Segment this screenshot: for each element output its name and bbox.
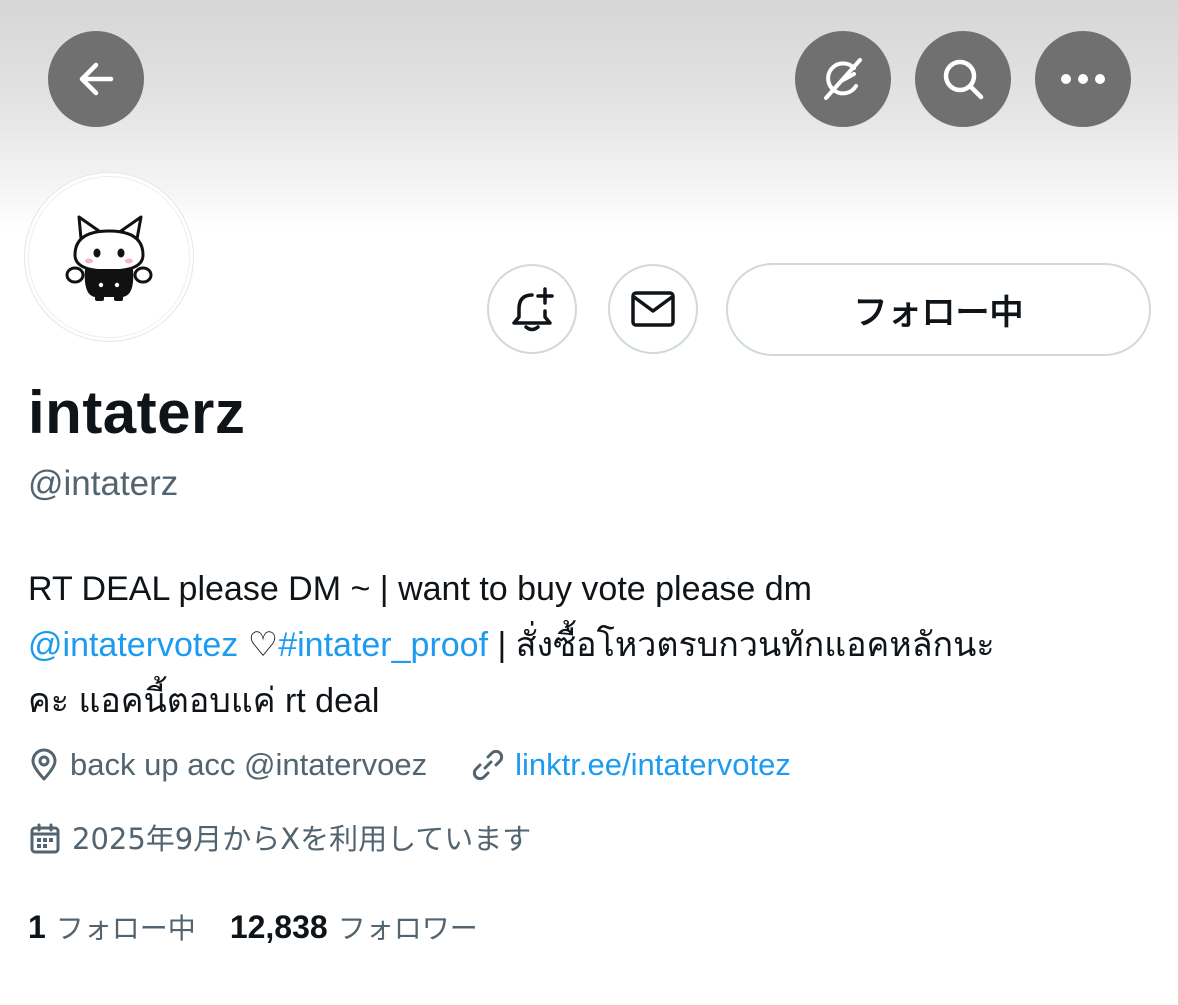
notification-subscribe-button[interactable] <box>487 264 577 354</box>
bio-hashtag-link[interactable]: #intater_proof <box>278 626 488 664</box>
profile-joined-date: 2025年9月からXを利用しています <box>72 822 532 856</box>
direct-message-button[interactable] <box>608 264 698 354</box>
bio: RT DEAL please DM ~ | want to buy vote p… <box>28 561 1158 729</box>
avatar[interactable] <box>24 172 194 342</box>
search-button[interactable] <box>915 31 1011 127</box>
following-button[interactable]: フォロー中 <box>726 263 1151 356</box>
profile-joined-row: 2025年9月からXを利用しています <box>28 819 531 859</box>
following-stat[interactable]: 1 フォロー中 <box>28 907 196 949</box>
following-label: フォロー中 <box>55 912 196 945</box>
followers-label: フォロワー <box>337 912 478 945</box>
calendar-icon <box>28 822 62 856</box>
bio-line-2: @intatervotez ♡#intater_proof | สั่งซื้อ… <box>28 617 1158 673</box>
profile-location: back up acc @intatervoez <box>70 747 428 782</box>
profile-website-link[interactable]: linktr.ee/intatervotez <box>515 745 791 785</box>
bell-plus-icon <box>512 287 554 332</box>
profile-meta-row: back up acc @intatervoez linktr.ee/intat… <box>28 745 791 785</box>
bio-heart: ♡ <box>238 626 279 664</box>
followers-stat[interactable]: 12,838 フォロワー <box>230 907 478 949</box>
more-button[interactable] <box>1035 31 1131 127</box>
arrow-left-icon <box>79 62 114 96</box>
cat-avatar <box>65 215 153 301</box>
bio-line-3: คะ แอคนี้ตอบแค่ rt deal <box>28 682 380 720</box>
bio-line-2-text: | สั่งซื้อโหวตรบกวนทักแอคหลักนะ <box>488 626 995 664</box>
more-horizontal-icon <box>1061 74 1105 84</box>
grok-icon <box>824 58 862 100</box>
envelope-icon <box>631 291 675 327</box>
back-button[interactable] <box>48 31 144 127</box>
follow-stats: 1 フォロー中 12,838 フォロワー <box>28 907 478 949</box>
following-count: 1 <box>28 909 46 945</box>
header-background <box>0 0 1178 228</box>
grok-button[interactable] <box>795 31 891 127</box>
followers-count: 12,838 <box>229 909 328 945</box>
bio-line-1: RT DEAL please DM ~ | want to buy vote p… <box>28 570 812 608</box>
link-icon <box>471 748 505 782</box>
bio-mention-link[interactable]: @intatervotez <box>28 626 238 664</box>
user-handle: @intaterz <box>28 464 179 503</box>
location-pin-icon <box>28 748 60 782</box>
display-name: intaterz <box>28 379 246 446</box>
avatar-image <box>28 176 190 338</box>
search-icon <box>943 59 984 100</box>
